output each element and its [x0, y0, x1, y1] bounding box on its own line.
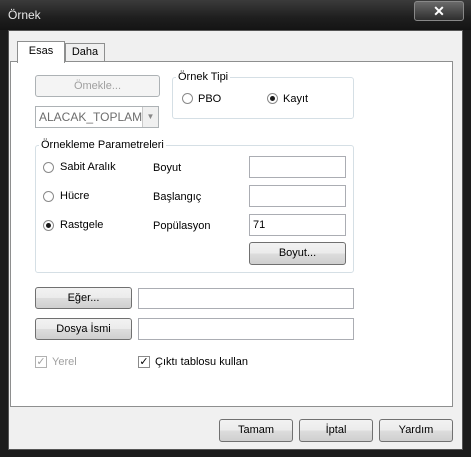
output-table-checkbox[interactable]: ✓: [138, 356, 150, 368]
output-table-label: Çıktı tablosu kullan: [155, 356, 248, 368]
local-checkbox[interactable]: ✓: [35, 356, 47, 368]
tab-esas[interactable]: Esas: [17, 41, 65, 63]
radio-pbo[interactable]: [182, 93, 193, 104]
window-title: Örnek: [8, 8, 41, 22]
population-label: Popülasyon: [153, 220, 211, 232]
radio-selected-dot: [270, 96, 275, 101]
start-label: Başlangıç: [153, 191, 202, 203]
radio-hucre-label: Hücre: [60, 190, 90, 202]
close-button[interactable]: ✕: [414, 1, 464, 21]
size-button[interactable]: Boyut...: [249, 242, 346, 265]
local-checkbox-label: Yerel: [52, 356, 77, 368]
radio-rastgele[interactable]: [43, 220, 54, 231]
chevron-down-icon[interactable]: ▼: [142, 107, 158, 127]
radio-sabit-aralik[interactable]: [43, 162, 54, 173]
filename-input[interactable]: [138, 318, 354, 340]
condition-input[interactable]: [138, 288, 354, 309]
condition-button[interactable]: Eğer...: [35, 287, 132, 309]
column-select[interactable]: ALACAK_TOPLAMI: [35, 106, 159, 128]
radio-hucre[interactable]: [43, 191, 54, 202]
start-input[interactable]: [249, 185, 346, 207]
checkmark-icon: ✓: [139, 356, 149, 368]
close-icon: ✕: [433, 3, 445, 19]
checkmark-icon: ✓: [36, 356, 46, 368]
sample-button[interactable]: Ömekle...: [35, 75, 160, 97]
ok-button[interactable]: Tamam: [219, 419, 293, 442]
sample-type-legend: Örnek Tipi: [176, 71, 231, 83]
filename-button[interactable]: Dosya İsmi: [35, 318, 132, 340]
tab-daha[interactable]: Daha: [65, 43, 105, 61]
size-input[interactable]: [249, 156, 346, 178]
column-select-value: ALACAK_TOPLAMI: [39, 110, 146, 124]
title-bar: [0, 0, 471, 30]
tab-daha-label: Daha: [71, 46, 99, 58]
radio-kayit-label: Kayıt: [283, 93, 309, 105]
sampling-params-legend: Örnekleme Parametreleri: [39, 139, 166, 151]
help-button[interactable]: Yardım: [379, 419, 453, 442]
radio-kayit[interactable]: [267, 93, 278, 104]
radio-rastgele-label: Rastgele: [60, 219, 104, 231]
size-label: Boyut: [153, 162, 182, 174]
population-input[interactable]: 71: [249, 214, 346, 236]
radio-selected-dot: [46, 223, 51, 228]
radio-sabit-aralik-label: Sabit Aralık: [60, 161, 116, 173]
tab-esas-label: Esas: [28, 45, 54, 57]
radio-pbo-label: PBO: [198, 93, 222, 105]
cancel-button[interactable]: İptal: [299, 419, 373, 442]
